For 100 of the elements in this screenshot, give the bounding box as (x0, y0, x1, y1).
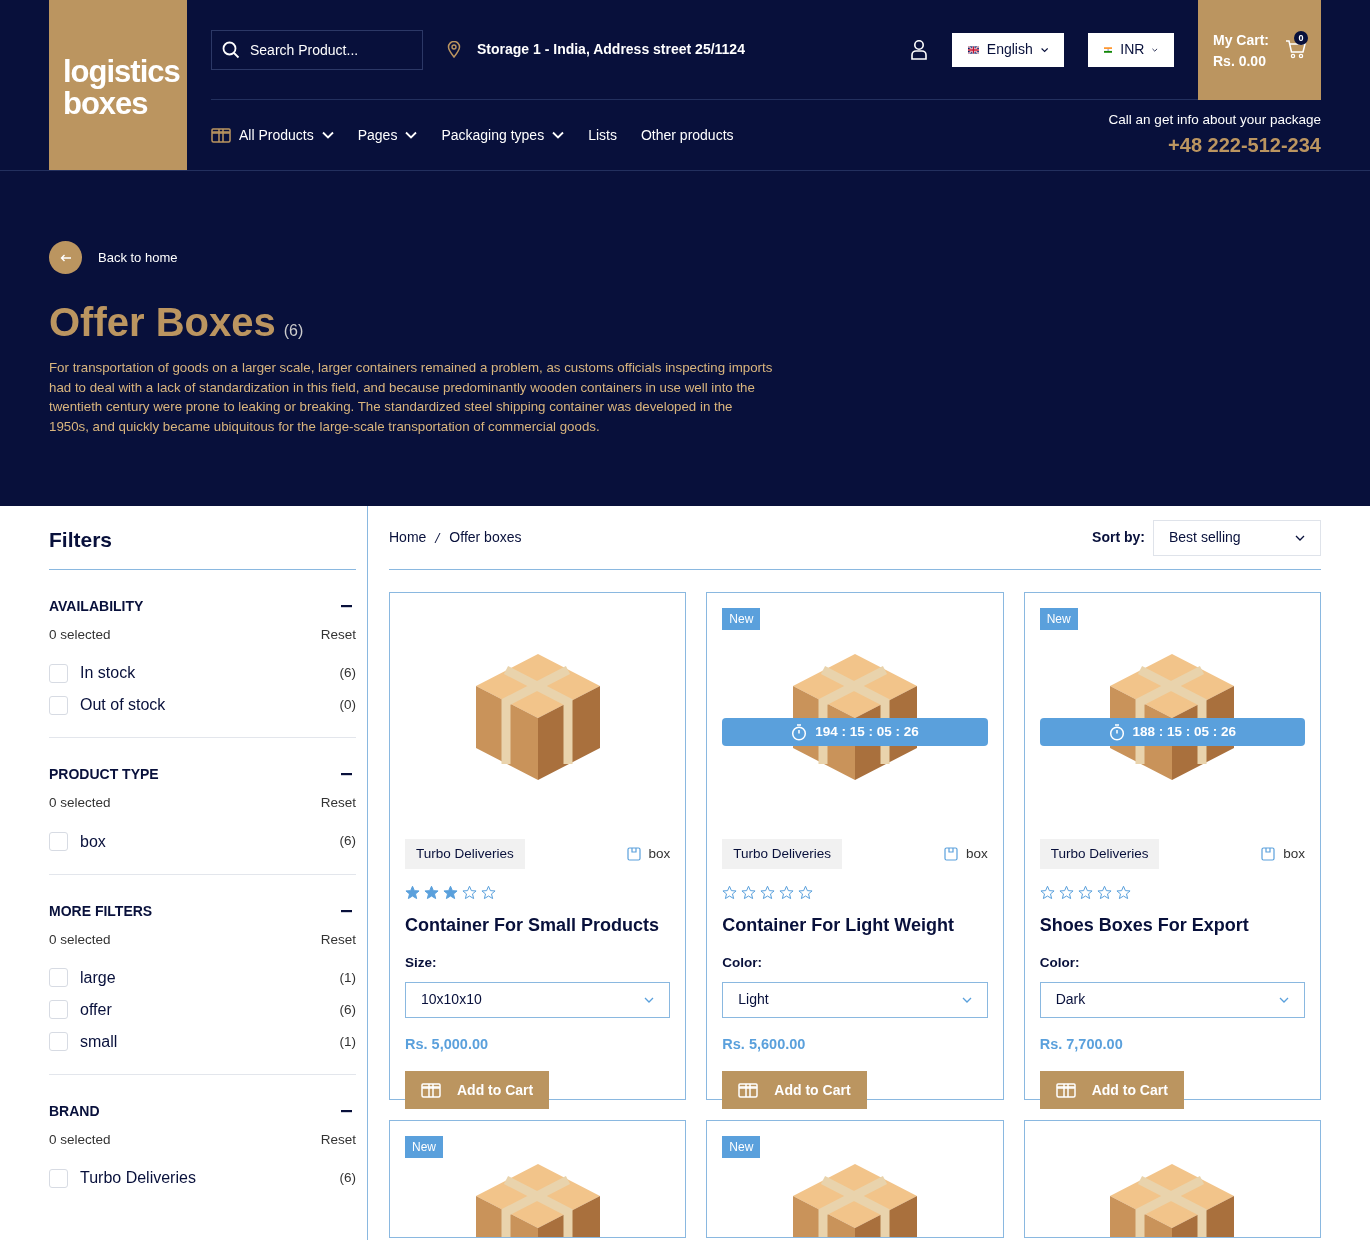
star-icon (443, 885, 458, 901)
reset-link[interactable]: Reset (320, 1129, 356, 1150)
filter-option-count: (0) (339, 696, 356, 715)
language-select[interactable]: English (952, 32, 1064, 67)
selected-count: 0 selected (49, 794, 111, 813)
page-title: Offer Boxes (49, 299, 276, 346)
breadcrumb-current[interactable]: Offer boxes (449, 527, 522, 548)
nav-menu-item[interactable]: All Products (211, 124, 334, 146)
product-type: box (965, 845, 988, 863)
reset-link[interactable]: Reset (320, 929, 356, 950)
nav-menu-item[interactable]: Pages (357, 124, 418, 146)
filter-section-title: PRODUCT TYPE (49, 765, 159, 785)
option-select[interactable]: 10x10x10 (405, 981, 671, 1018)
chevron-down-icon (961, 996, 972, 1003)
cart-icon (1285, 39, 1307, 59)
phone-number: +48 222-512-234 (1167, 133, 1321, 159)
collapse-minus-icon[interactable] (341, 773, 352, 777)
star-icon (1077, 885, 1093, 901)
filter-option-label[interactable]: offer (80, 997, 112, 1022)
product-price: Rs. 5,000.00 (405, 1034, 490, 1054)
filter-section-title: BRAND (49, 1101, 100, 1121)
cart-label: My Cart: (1213, 30, 1270, 50)
checkbox[interactable] (49, 1032, 68, 1052)
filter-option-label[interactable]: large (80, 965, 116, 990)
option-select[interactable]: Dark (1039, 981, 1305, 1018)
star-icon (760, 885, 776, 901)
reset-link[interactable]: Reset (320, 793, 356, 814)
checkbox[interactable] (49, 968, 68, 988)
filter-option-count: (6) (339, 832, 356, 851)
cart-panel[interactable]: My Cart: Rs. 0.00 0 (1198, 0, 1321, 100)
cart-total: Rs. 0.00 (1213, 51, 1267, 71)
filter-option-label[interactable]: box (80, 829, 106, 854)
stopwatch-icon (791, 723, 808, 741)
checkbox[interactable] (49, 695, 68, 715)
nav-menu-item[interactable]: Other products (640, 124, 734, 146)
filter-option-label[interactable]: Turbo Deliveries (80, 1166, 196, 1190)
filters-heading: Filters (49, 506, 356, 570)
filter-option-count: (6) (339, 664, 356, 683)
contact-text: Call an get info about your package (1108, 110, 1321, 129)
nav-menu-item[interactable]: Packaging types (441, 124, 565, 146)
product-name[interactable]: Container For Light Weight (722, 912, 988, 940)
checkbox[interactable] (49, 832, 68, 851)
star-icon (462, 885, 477, 901)
stopwatch-icon (1108, 723, 1125, 741)
slash-separator-icon (434, 531, 442, 544)
star-icon (722, 885, 738, 901)
page-description: For transportation of goods on a larger scale, larger containers remained a problem, as customs officials inspecting imports had to deal with a lack of standardization in this field, and because predominantly wooden containers in use well into the twentieth century were prone to leaking or breaking. The standardized steel shipping container was developed in the 1950s, and quickly became ubiquitous for the large-scale transportation of commercial goods. (49, 359, 773, 436)
product-name[interactable]: Container For Small Products (405, 912, 671, 940)
cart-count-badge: 0 (1294, 30, 1308, 45)
product-price: Rs. 7,700.00 (1039, 1034, 1124, 1054)
filter-section-title: MORE FILTERS (49, 901, 153, 921)
sort-select[interactable]: Best selling (1153, 519, 1321, 556)
vendor-tag: Turbo Deliveries (722, 839, 843, 870)
star-icon (1096, 885, 1112, 901)
star-icon (481, 885, 496, 901)
chevron-down-icon (644, 996, 655, 1003)
new-badge: New (405, 1136, 443, 1158)
filter-section-title: AVAILABILITY (49, 597, 144, 616)
filter-option-label[interactable]: small (80, 1029, 118, 1054)
filter-option-label[interactable]: In stock (80, 661, 136, 686)
currency-select[interactable]: INR (1088, 32, 1174, 67)
star-icon (405, 885, 420, 901)
product-price: Rs. 5,600.00 (722, 1034, 807, 1054)
filter-option-count: (6) (339, 1168, 356, 1187)
option-label: Size: (405, 954, 438, 973)
flag-icon (968, 43, 979, 56)
new-badge: New (722, 1136, 761, 1158)
star-icon (1058, 885, 1074, 901)
box-icon (1055, 1082, 1076, 1098)
chevron-down-icon (1279, 996, 1289, 1003)
back-to-home-link[interactable]: Back to home (49, 241, 178, 274)
nav-menu-item[interactable]: Lists (588, 124, 617, 146)
option-label: Color: (722, 954, 764, 973)
user-icon[interactable] (910, 38, 928, 61)
breadcrumb-link[interactable]: Home (389, 527, 427, 548)
option-select[interactable]: Light (722, 981, 988, 1018)
search-field[interactable]: Search Product... (211, 29, 423, 70)
star-icon (798, 885, 814, 901)
selected-count: 0 selected (49, 1130, 111, 1149)
filter-option-count: (1) (339, 1032, 356, 1051)
reset-link[interactable]: Reset (320, 625, 356, 646)
package-icon (626, 847, 641, 862)
checkbox[interactable] (49, 663, 68, 683)
new-badge: New (722, 608, 761, 630)
checkbox[interactable] (49, 1000, 68, 1020)
package-icon (1261, 847, 1276, 862)
box-icon (421, 1082, 441, 1098)
checkbox[interactable] (49, 1168, 68, 1188)
collapse-minus-icon[interactable] (341, 909, 352, 913)
product-name[interactable]: Shoes Boxes For Export (1039, 912, 1305, 940)
filter-option-count: (1) (339, 968, 356, 987)
search-icon (222, 40, 240, 59)
countdown-timer: 194 : 15 : 05 : 26 (722, 718, 988, 746)
vendor-tag: Turbo Deliveries (1039, 839, 1160, 870)
collapse-minus-icon[interactable] (341, 1109, 352, 1113)
filter-option-label[interactable]: Out of stock (80, 693, 166, 718)
product-count: (6) (283, 321, 304, 341)
product-type: box (648, 845, 671, 863)
package-icon (943, 847, 958, 862)
collapse-minus-icon[interactable] (341, 605, 352, 608)
